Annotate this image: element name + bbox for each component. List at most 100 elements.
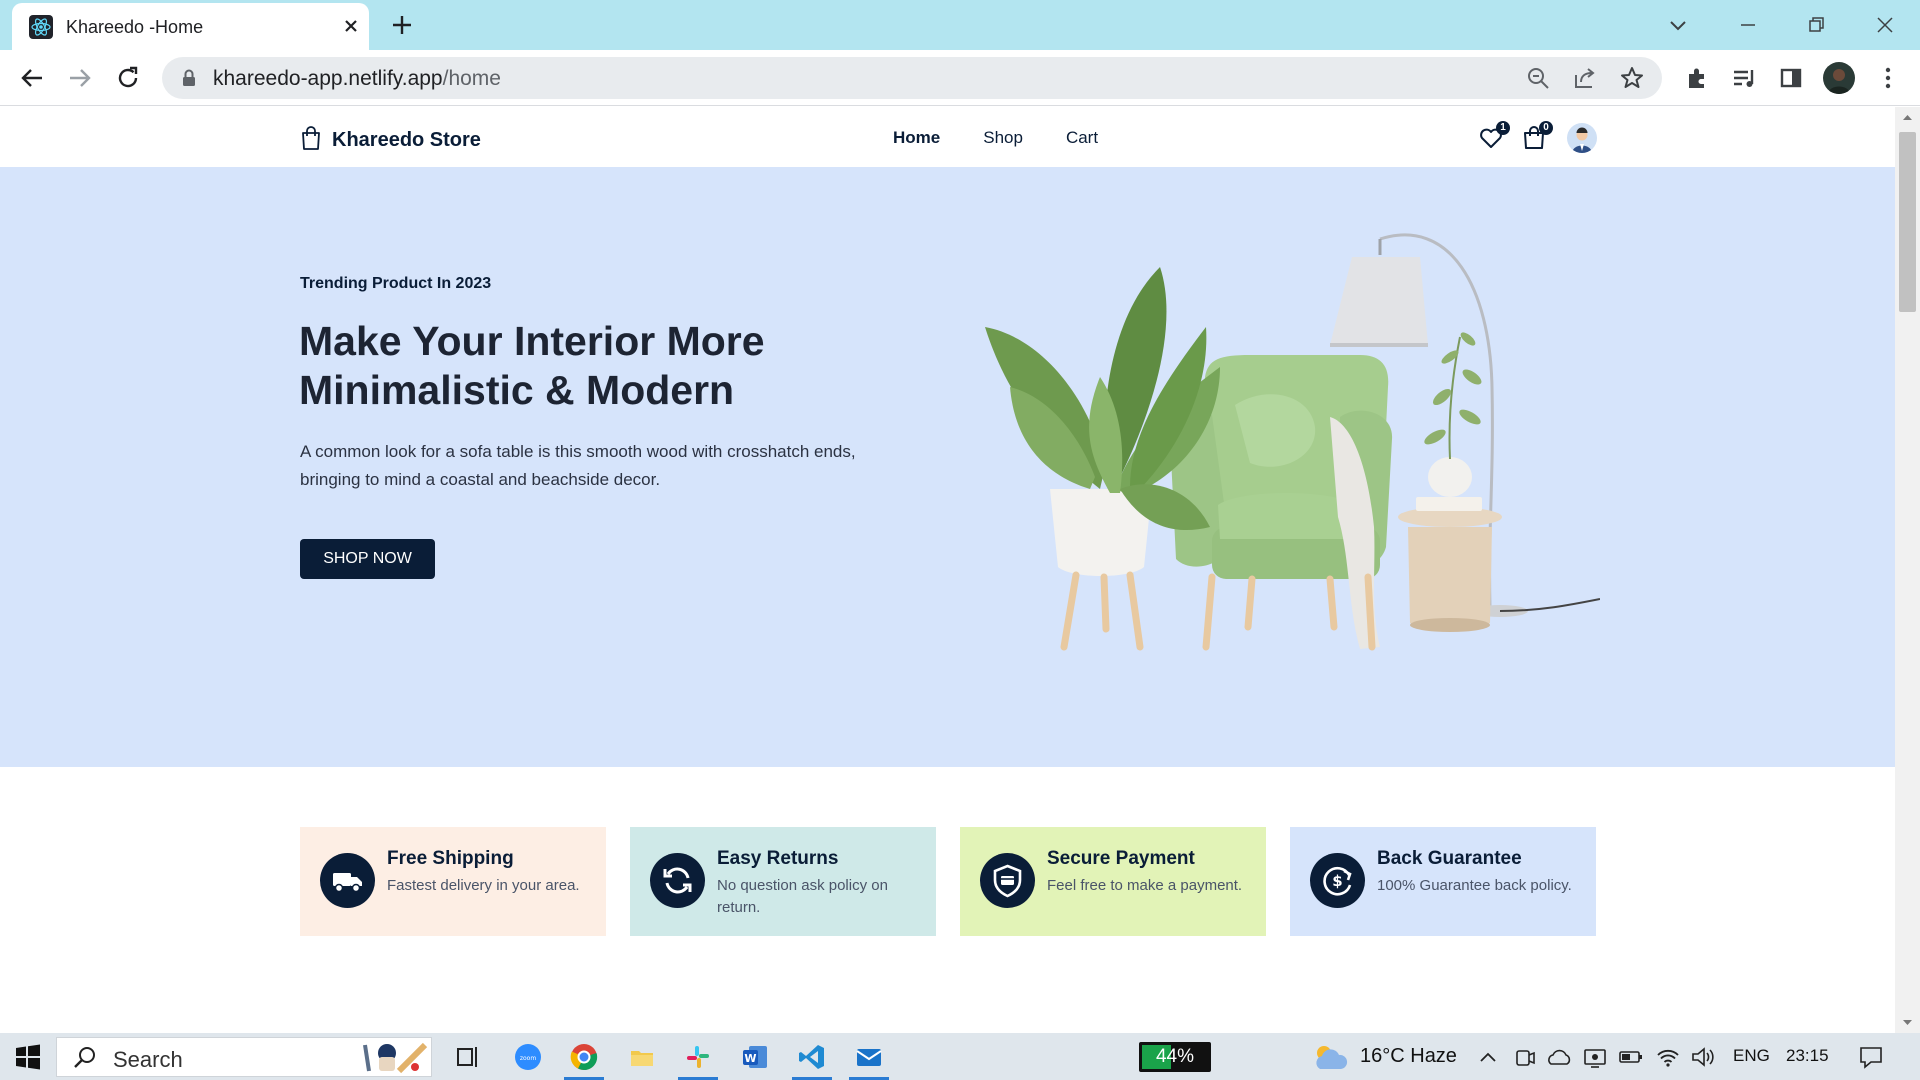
side-panel-icon[interactable]	[1775, 62, 1807, 94]
extensions-puzzle-icon[interactable]	[1681, 62, 1713, 94]
main-nav: Home Shop Cart	[893, 128, 1098, 148]
clock-time[interactable]: 23:15	[1786, 1046, 1829, 1066]
hero-title-line2: Minimalistic & Modern	[299, 367, 735, 413]
service-title: Back Guarantee	[1377, 848, 1522, 869]
meet-now-icon[interactable]	[1513, 1043, 1537, 1071]
word-app-icon[interactable]: W	[741, 1043, 769, 1071]
user-avatar[interactable]	[1567, 123, 1597, 153]
weather-cloud-icon[interactable]	[1310, 1043, 1350, 1071]
service-card-payment: Secure Payment Feel free to make a payme…	[960, 827, 1266, 936]
service-card-shipping: Free Shipping Fastest delivery in your a…	[300, 827, 606, 936]
speaker-volume-icon[interactable]	[1690, 1043, 1716, 1071]
lock-icon[interactable]	[182, 69, 196, 87]
browser-tab-strip: Khareedo -Home	[0, 0, 1920, 50]
tab-search-chevron-icon[interactable]	[1663, 10, 1693, 40]
slack-app-icon[interactable]	[684, 1043, 712, 1071]
menu-kebab-icon[interactable]	[1872, 62, 1904, 94]
browser-toolbar: khareedo-app.netlify.app/home	[0, 50, 1920, 106]
service-card-guarantee: $ Back Guarantee 100% Guarantee back pol…	[1290, 827, 1596, 936]
task-view-icon[interactable]	[454, 1043, 482, 1071]
service-description: No question ask policy on return.	[717, 877, 888, 916]
browser-tab[interactable]: Khareedo -Home	[12, 3, 369, 50]
brand-name: Khareedo Store	[332, 129, 481, 151]
svg-text:zoom: zoom	[520, 1055, 536, 1062]
zoom-icon[interactable]	[1525, 65, 1551, 91]
windows-taskbar: Search zoom W 44% 16°C Haze ENG 23:15	[0, 1033, 1920, 1080]
shopping-bag-icon	[300, 126, 322, 155]
cart-badge: 0	[1539, 121, 1553, 135]
search-label: Search	[113, 1047, 183, 1072]
url-text[interactable]: khareedo-app.netlify.app/home	[213, 67, 501, 91]
tray-chevron-up-icon[interactable]	[1477, 1043, 1499, 1071]
back-arrow-icon[interactable]	[16, 62, 48, 94]
media-queue-icon[interactable]	[1728, 62, 1760, 94]
shield-card-icon	[980, 853, 1035, 908]
nav-home[interactable]: Home	[893, 128, 940, 148]
weather-text[interactable]: 16°C Haze	[1360, 1045, 1457, 1068]
cart-bag-icon[interactable]: 0	[1521, 121, 1553, 151]
hero-description-line2: bringing to mind a coastal and beachside…	[300, 470, 661, 489]
new-tab-plus-icon[interactable]	[390, 13, 414, 37]
react-favicon-icon	[29, 15, 53, 39]
battery-icon[interactable]	[1618, 1043, 1644, 1071]
share-icon[interactable]	[1572, 65, 1598, 91]
taskbar-search-box[interactable]: Search	[56, 1037, 432, 1077]
minimize-icon[interactable]	[1733, 10, 1763, 40]
address-bar[interactable]: khareedo-app.netlify.app/home	[162, 57, 1662, 99]
forward-arrow-icon[interactable]	[64, 62, 96, 94]
tab-title: Khareedo -Home	[66, 17, 204, 37]
wifi-icon[interactable]	[1655, 1043, 1681, 1071]
hero-armchair-image	[985, 233, 1600, 651]
reload-icon[interactable]	[112, 62, 144, 94]
chrome-app-icon[interactable]	[570, 1043, 598, 1071]
bookmark-star-icon[interactable]	[1619, 65, 1645, 91]
notification-center-icon[interactable]	[1857, 1043, 1885, 1071]
svg-text:W: W	[744, 1052, 756, 1065]
onedrive-cloud-icon[interactable]	[1546, 1043, 1572, 1071]
nav-shop[interactable]: Shop	[983, 128, 1023, 148]
wishlist-badge: 1	[1496, 121, 1510, 135]
search-icon	[74, 1047, 95, 1068]
hero-subtitle: Trending Product In 2023	[300, 275, 492, 292]
hero-description-line1: A common look for a sofa table is this s…	[300, 442, 856, 461]
profile-avatar[interactable]	[1823, 62, 1855, 94]
service-card-returns: Easy Returns No question ask policy on r…	[630, 827, 936, 936]
mail-app-icon[interactable]	[855, 1043, 883, 1071]
scroll-up-arrow-icon[interactable]	[1895, 111, 1920, 123]
hero-section: Trending Product In 2023 Make Your Inter…	[0, 167, 1895, 767]
shop-now-button[interactable]: SHOP NOW	[300, 539, 435, 579]
close-window-icon[interactable]	[1870, 10, 1900, 40]
svg-text:$: $	[1332, 872, 1342, 890]
hero-description: A common look for a sofa table is this s…	[300, 438, 940, 494]
restore-icon[interactable]	[1801, 10, 1831, 40]
battery-percent: 44%	[1155, 1046, 1195, 1067]
cricket-doodle-icon	[363, 1042, 428, 1074]
close-tab-icon[interactable]	[340, 15, 362, 37]
language-indicator[interactable]: ENG	[1733, 1046, 1770, 1066]
vscode-app-icon[interactable]	[798, 1043, 826, 1071]
wishlist-heart-icon[interactable]: 1	[1478, 121, 1510, 151]
battery-meter-widget[interactable]: 44%	[1139, 1042, 1211, 1072]
url-path: /home	[442, 67, 501, 90]
page-scrollbar[interactable]	[1895, 107, 1920, 1033]
service-title: Secure Payment	[1047, 848, 1195, 869]
service-title: Free Shipping	[387, 848, 514, 869]
page-viewport: Khareedo Store Home Shop Cart 1 0 Trendi…	[0, 107, 1895, 1033]
service-description: 100% Guarantee back policy.	[1377, 877, 1572, 894]
refresh-icon	[650, 853, 705, 908]
url-host: khareedo-app.netlify.app	[213, 67, 443, 90]
service-title: Easy Returns	[717, 848, 839, 869]
zoom-app-icon[interactable]: zoom	[514, 1043, 542, 1071]
site-header: Khareedo Store Home Shop Cart 1 0	[0, 107, 1895, 167]
nav-cart[interactable]: Cart	[1066, 128, 1098, 148]
service-description: Fastest delivery in your area.	[387, 877, 580, 894]
hero-title: Make Your Interior More Minimalistic & M…	[299, 317, 939, 415]
scroll-down-arrow-icon[interactable]	[1895, 1017, 1920, 1029]
scrollbar-thumb[interactable]	[1899, 132, 1916, 312]
truck-icon	[320, 853, 375, 908]
service-description: Feel free to make a payment.	[1047, 877, 1243, 894]
site-logo[interactable]: Khareedo Store	[300, 126, 481, 155]
windows-start-icon[interactable]	[14, 1043, 42, 1071]
file-explorer-icon[interactable]	[628, 1043, 656, 1071]
display-settings-icon[interactable]	[1582, 1043, 1608, 1071]
